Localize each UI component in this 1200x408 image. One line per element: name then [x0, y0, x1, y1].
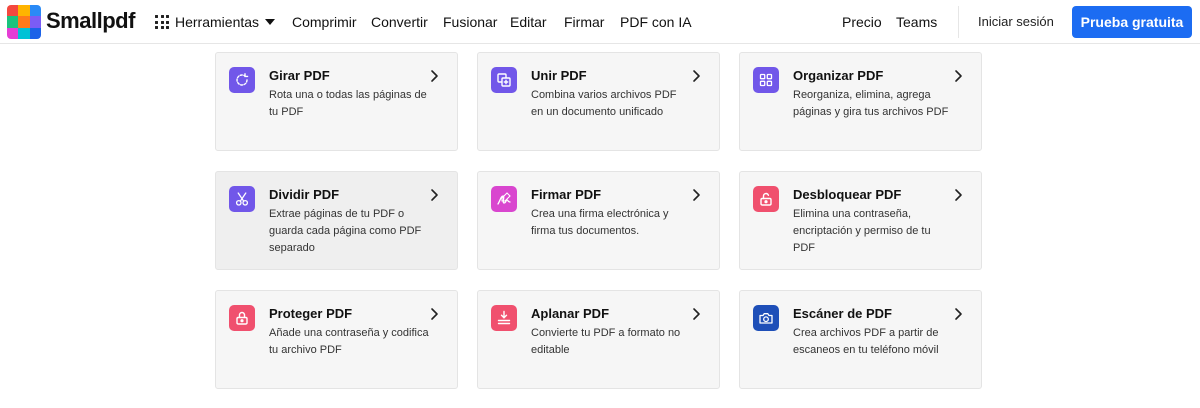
smallpdf-logo-icon[interactable]	[7, 5, 41, 39]
tool-card-description: Crea archivos PDF a partir de escaneos e…	[793, 327, 939, 356]
lock-icon	[229, 305, 255, 331]
chevron-right-icon	[691, 307, 701, 321]
nav-link-edit[interactable]: Editar	[510, 14, 547, 30]
chevron-right-icon	[691, 188, 701, 202]
login-link[interactable]: Iniciar sesión	[978, 14, 1054, 29]
tool-card[interactable]: Firmar PDF Crea una firma electrónica y f…	[477, 171, 720, 270]
chevron-right-icon	[691, 69, 701, 83]
tool-card[interactable]: Escáner de PDF Crea archivos PDF a partir…	[739, 290, 982, 389]
nav-link-sign[interactable]: Firmar	[564, 14, 604, 30]
tool-card-description: Reorganiza, elimina, agrega páginas y gi…	[793, 89, 949, 118]
tool-card[interactable]: Unir PDF Combina varios archivos PDF en u…	[477, 52, 720, 151]
nav-link-convert[interactable]: Convertir	[371, 14, 428, 30]
tools-menu-label: Herramientas	[175, 14, 260, 30]
nav-link-pricing[interactable]: Precio	[842, 14, 882, 30]
tool-card-title: Aplanar PDF	[531, 306, 610, 321]
tool-card[interactable]: Proteger PDF Añade una contraseña y codif…	[215, 290, 458, 389]
tool-card-title: Firmar PDF	[531, 187, 602, 202]
top-navigation: Smallpdf Herramientas Comprimir Converti…	[0, 0, 1200, 44]
tool-card-description: Añade una contraseña y codifica tu archi…	[269, 327, 429, 356]
tool-card-title: Proteger PDF	[269, 306, 353, 321]
chevron-right-icon	[953, 69, 963, 83]
tool-card-description: Extrae páginas de tu PDF o guarda cada p…	[269, 208, 422, 254]
chevron-down-icon	[265, 19, 276, 25]
tool-card-title: Dividir PDF	[269, 187, 340, 202]
scissors-icon	[229, 186, 255, 212]
nav-link-compress[interactable]: Comprimir	[292, 14, 357, 30]
organize-icon	[753, 67, 779, 93]
chevron-right-icon	[429, 69, 439, 83]
tool-card[interactable]: Girar PDF Rota una o todas las páginas de…	[215, 52, 458, 151]
unlock-icon	[753, 186, 779, 212]
chevron-right-icon	[953, 307, 963, 321]
tool-card-title: Girar PDF	[269, 68, 330, 83]
merge-icon	[491, 67, 517, 93]
free-trial-button[interactable]: Prueba gratuita	[1072, 6, 1192, 38]
tool-card-description: Elimina una contraseña, encriptación y p…	[793, 208, 931, 254]
tool-card[interactable]: Aplanar PDF Convierte tu PDF a formato no…	[477, 290, 720, 389]
tool-card-description: Combina varios archivos PDF en un docume…	[531, 89, 677, 118]
tool-card-description: Convierte tu PDF a formato no editable	[531, 327, 681, 356]
chevron-right-icon	[429, 307, 439, 321]
tool-card-description: Rota una o todas las páginas de tu PDF	[269, 89, 427, 118]
rotate-icon	[229, 67, 255, 93]
tools-menu-button[interactable]: Herramientas	[155, 12, 276, 32]
nav-link-ai-pdf[interactable]: PDF con IA	[620, 14, 692, 30]
nav-link-merge[interactable]: Fusionar	[443, 14, 497, 30]
tool-card-title: Desbloquear PDF	[793, 187, 902, 202]
flatten-icon	[491, 305, 517, 331]
tool-card[interactable]: Organizar PDF Reorganiza, elimina, agrega…	[739, 52, 982, 151]
tool-card[interactable]: Desbloquear PDF Elimina una contraseña, e…	[739, 171, 982, 270]
nav-link-teams[interactable]: Teams	[896, 14, 937, 30]
signature-icon	[491, 186, 517, 212]
chevron-right-icon	[953, 188, 963, 202]
nav-divider	[958, 6, 959, 38]
chevron-right-icon	[429, 188, 439, 202]
tool-card-title: Escáner de PDF	[793, 306, 892, 321]
brand-name[interactable]: Smallpdf	[46, 8, 135, 34]
camera-icon	[753, 305, 779, 331]
tool-card-title: Unir PDF	[531, 68, 587, 83]
tool-card-title: Organizar PDF	[793, 68, 884, 83]
tool-card[interactable]: Dividir PDF Extrae páginas de tu PDF o gu…	[215, 171, 458, 270]
apps-grid-icon	[155, 15, 169, 29]
tool-card-description: Crea una firma electrónica y firma tus d…	[531, 208, 669, 237]
